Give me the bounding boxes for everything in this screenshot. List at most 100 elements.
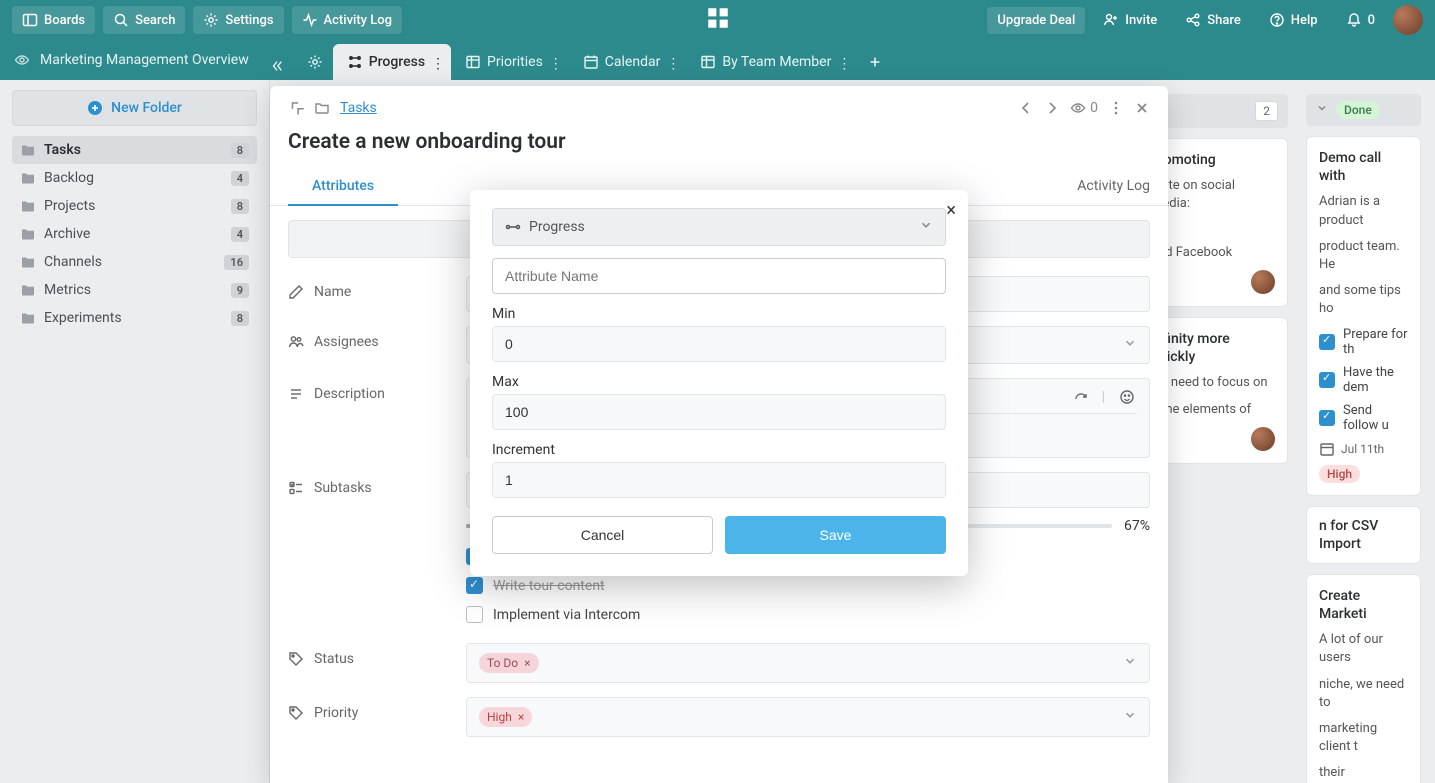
folder-item[interactable]: Metrics 9 bbox=[12, 276, 257, 304]
remove-tag-button[interactable]: × bbox=[518, 710, 524, 724]
folder-count: 8 bbox=[231, 199, 249, 214]
breadcrumb: Marketing Management Overview bbox=[0, 40, 263, 80]
attr-label-description: Description bbox=[288, 378, 448, 402]
folder-count: 9 bbox=[231, 283, 249, 298]
settings-button[interactable]: Settings bbox=[193, 6, 283, 34]
folder-count: 4 bbox=[231, 227, 249, 242]
folder-icon bbox=[314, 100, 330, 116]
invite-button[interactable]: Invite bbox=[1093, 6, 1167, 34]
close-task-button[interactable] bbox=[1134, 100, 1150, 116]
tab-progress[interactable]: Progress bbox=[333, 44, 451, 80]
folder-count: 4 bbox=[231, 171, 249, 186]
folder-item[interactable]: Channels 16 bbox=[12, 248, 257, 276]
subtask-row: Implement via Intercom bbox=[466, 600, 1150, 629]
activity-icon bbox=[302, 12, 318, 28]
share-icon bbox=[1185, 12, 1201, 28]
chevron-down-icon bbox=[919, 218, 933, 236]
tab-priorities[interactable]: Priorities bbox=[451, 44, 569, 80]
tab-drag-handle[interactable] bbox=[549, 56, 555, 68]
folder-count: 8 bbox=[231, 143, 249, 158]
remove-tag-button[interactable]: × bbox=[524, 656, 530, 670]
chevron-down-icon bbox=[1123, 708, 1137, 726]
attr-label-name: Name bbox=[288, 276, 448, 300]
help-button[interactable]: Help bbox=[1259, 6, 1328, 34]
task-tab-attributes[interactable]: Attributes bbox=[288, 168, 398, 206]
search-icon bbox=[113, 12, 129, 28]
folder-item[interactable]: Projects 8 bbox=[12, 192, 257, 220]
activity-log-button[interactable]: Activity Log bbox=[292, 6, 403, 34]
task-tab-activity[interactable]: Activity Log bbox=[1053, 168, 1150, 206]
priority-tag[interactable]: High× bbox=[479, 707, 532, 727]
boards-button[interactable]: Boards bbox=[12, 6, 95, 34]
more-menu-button[interactable] bbox=[1108, 100, 1124, 116]
add-view-button[interactable] bbox=[861, 48, 889, 76]
subtask-text[interactable]: Write tour content bbox=[493, 578, 605, 594]
text-icon bbox=[288, 386, 304, 402]
board-title[interactable]: Marketing Management Overview bbox=[40, 52, 249, 68]
share-button[interactable]: Share bbox=[1175, 6, 1251, 34]
board-card[interactable]: Demo call with Adrian is a product produ… bbox=[1306, 136, 1421, 496]
attribute-name-input[interactable] bbox=[492, 258, 946, 294]
tab-drag-handle[interactable] bbox=[431, 56, 437, 68]
people-icon bbox=[288, 334, 304, 350]
tag-icon bbox=[288, 705, 304, 721]
folder-name: Backlog bbox=[44, 170, 94, 186]
folder-icon bbox=[20, 226, 36, 242]
progress-icon bbox=[505, 219, 521, 235]
folder-name: Experiments bbox=[44, 310, 122, 326]
folder-item[interactable]: Archive 4 bbox=[12, 220, 257, 248]
upgrade-button[interactable]: Upgrade Deal bbox=[987, 7, 1085, 34]
boards-label: Boards bbox=[44, 13, 85, 28]
visibility-icon[interactable] bbox=[14, 52, 30, 68]
board-card[interactable]: Create Marketi A lot of our users niche,… bbox=[1306, 574, 1421, 783]
pencil-icon bbox=[288, 284, 304, 300]
calendar-icon bbox=[583, 54, 599, 70]
tab-by-team-member[interactable]: By Team Member bbox=[686, 44, 857, 80]
emoji-icon[interactable] bbox=[1119, 389, 1135, 405]
table-icon bbox=[465, 54, 481, 70]
collapse-sidebar-button[interactable] bbox=[263, 52, 291, 80]
folder-list: Tasks 8 Backlog 4 Projects 8 Archive 4 C… bbox=[12, 136, 257, 332]
collapse-icon[interactable] bbox=[288, 100, 304, 116]
save-button[interactable]: Save bbox=[725, 516, 946, 554]
close-modal-button[interactable]: × bbox=[946, 200, 956, 221]
prev-task-button[interactable] bbox=[1018, 100, 1034, 116]
view-settings-button[interactable] bbox=[297, 44, 333, 80]
new-folder-button[interactable]: New Folder bbox=[12, 90, 257, 126]
folder-name: Channels bbox=[44, 254, 102, 270]
priority-select[interactable]: High× bbox=[466, 697, 1150, 737]
redo-icon[interactable] bbox=[1072, 389, 1088, 405]
max-input[interactable] bbox=[492, 394, 946, 430]
folder-icon bbox=[20, 310, 36, 326]
search-button[interactable]: Search bbox=[103, 6, 185, 34]
tab-drag-handle[interactable] bbox=[837, 56, 843, 68]
folder-item[interactable]: Backlog 4 bbox=[12, 164, 257, 192]
user-avatar[interactable] bbox=[1393, 5, 1423, 35]
min-input[interactable] bbox=[492, 326, 946, 362]
attribute-type-select[interactable]: Progress bbox=[492, 208, 946, 246]
folder-name: Metrics bbox=[44, 282, 91, 298]
increment-input[interactable] bbox=[492, 462, 946, 498]
task-breadcrumb[interactable]: Tasks bbox=[340, 100, 377, 116]
folder-item[interactable]: Experiments 8 bbox=[12, 304, 257, 332]
activity-label: Activity Log bbox=[324, 13, 393, 28]
status-tag[interactable]: To Do× bbox=[479, 653, 539, 673]
subtask-text[interactable]: Implement via Intercom bbox=[493, 607, 640, 623]
folder-item[interactable]: Tasks 8 bbox=[12, 136, 257, 164]
avatar bbox=[1251, 427, 1275, 451]
board-card[interactable]: n for CSV Import bbox=[1306, 506, 1421, 564]
column-header[interactable]: Done bbox=[1306, 94, 1421, 126]
notifications-button[interactable]: 0 bbox=[1336, 6, 1385, 34]
tab-drag-handle[interactable] bbox=[666, 56, 672, 68]
subtask-checkbox[interactable] bbox=[466, 577, 483, 594]
next-task-button[interactable] bbox=[1044, 100, 1060, 116]
tab-calendar[interactable]: Calendar bbox=[569, 44, 687, 80]
task-title[interactable]: Create a new onboarding tour bbox=[270, 124, 1168, 168]
chevron-down-icon bbox=[1123, 654, 1137, 672]
folder-icon bbox=[20, 142, 36, 158]
attr-label-assignees: Assignees bbox=[288, 326, 448, 350]
cancel-button[interactable]: Cancel bbox=[492, 516, 713, 554]
subtask-checkbox[interactable] bbox=[466, 606, 483, 623]
status-select[interactable]: To Do× bbox=[466, 643, 1150, 683]
boards-icon bbox=[22, 12, 38, 28]
